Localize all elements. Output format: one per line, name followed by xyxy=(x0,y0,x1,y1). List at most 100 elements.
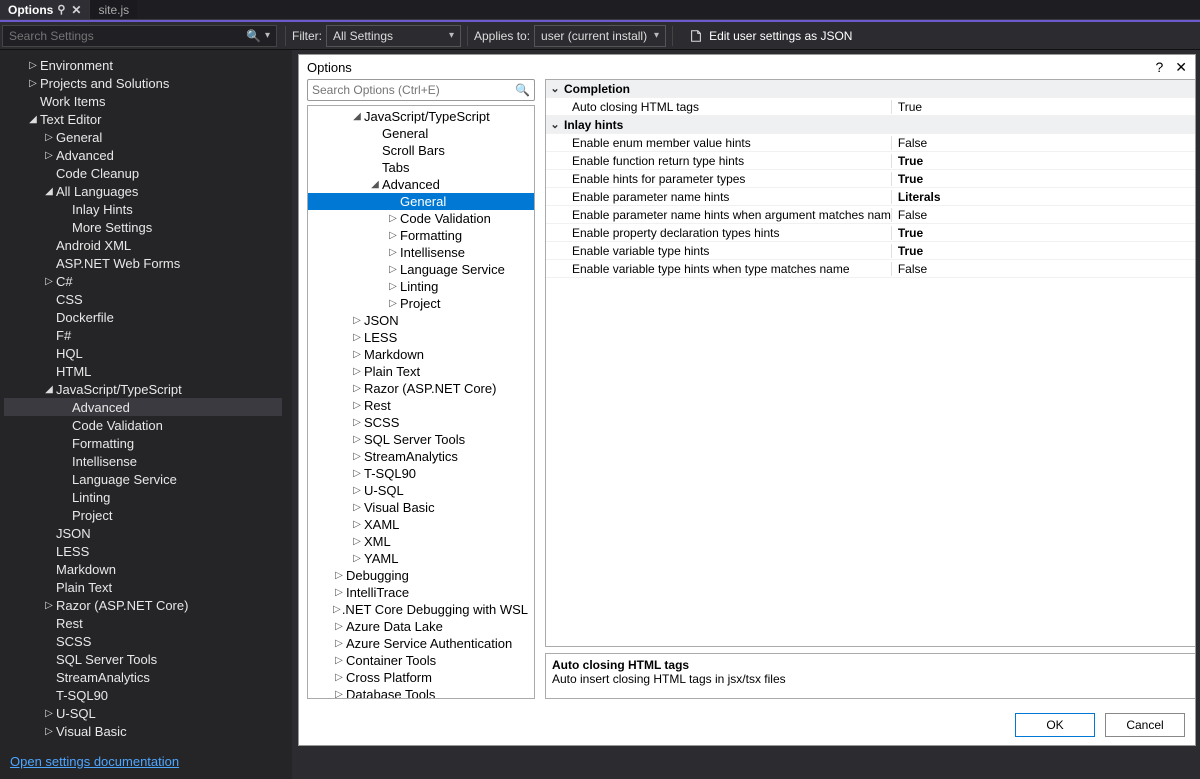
options-tree-item[interactable]: ▷Razor (ASP.NET Core) xyxy=(308,380,534,397)
options-tree-item[interactable]: ▷Azure Service Authentication xyxy=(308,635,534,652)
property-value[interactable]: True xyxy=(891,226,1195,240)
options-tree-item[interactable]: ▷Language Service xyxy=(308,261,534,278)
side-tree-item[interactable]: ASP.NET Web Forms xyxy=(4,254,282,272)
property-row[interactable]: Enable hints for parameter typesTrue xyxy=(546,170,1195,188)
help-icon[interactable]: ? xyxy=(1155,59,1163,75)
options-tree-item[interactable]: ▷XML xyxy=(308,533,534,550)
expand-icon[interactable]: ▷ xyxy=(332,587,346,598)
expand-icon[interactable]: ▷ xyxy=(42,276,56,287)
expand-icon[interactable]: ▷ xyxy=(332,655,346,666)
expand-icon[interactable]: ▷ xyxy=(386,281,400,292)
expand-icon[interactable]: ▷ xyxy=(350,553,364,564)
options-tree-item[interactable]: ▷LESS xyxy=(308,329,534,346)
side-tree-item[interactable]: LESS xyxy=(4,542,282,560)
edit-json-link[interactable]: Edit user settings as JSON xyxy=(689,29,852,43)
options-tree-item[interactable]: ▷Database Tools xyxy=(308,686,534,699)
property-row[interactable]: Enable enum member value hintsFalse xyxy=(546,134,1195,152)
property-value[interactable]: True xyxy=(891,172,1195,186)
expand-icon[interactable]: ▷ xyxy=(350,536,364,547)
side-tree-item[interactable]: More Settings xyxy=(4,218,282,236)
options-tree-item[interactable]: ▷Project xyxy=(308,295,534,312)
expand-icon[interactable]: ▷ xyxy=(332,672,346,683)
side-tree-item[interactable]: Formatting xyxy=(4,434,282,452)
options-tree-item[interactable]: ▷SQL Server Tools xyxy=(308,431,534,448)
side-tree-item[interactable]: Project xyxy=(4,506,282,524)
property-grid[interactable]: ⌄CompletionAuto closing HTML tagsTrue⌄In… xyxy=(545,79,1195,647)
side-tree-item[interactable]: Dockerfile xyxy=(4,308,282,326)
expand-icon[interactable]: ▷ xyxy=(42,726,56,737)
property-row[interactable]: Enable variable type hints when type mat… xyxy=(546,260,1195,278)
side-tree-item[interactable]: Language Service xyxy=(4,470,282,488)
options-tree-item[interactable]: ▷XAML xyxy=(308,516,534,533)
expand-icon[interactable]: ▷ xyxy=(350,417,364,428)
expand-icon[interactable]: ▷ xyxy=(42,708,56,719)
dropdown-icon[interactable]: ▾ xyxy=(265,30,270,41)
expand-icon[interactable]: ▷ xyxy=(350,366,364,377)
side-tree-item[interactable]: ◢JavaScript/TypeScript xyxy=(4,380,282,398)
options-search-input[interactable] xyxy=(312,83,515,97)
expand-icon[interactable]: ▷ xyxy=(350,468,364,479)
options-tree-item[interactable]: ◢JavaScript/TypeScript xyxy=(308,108,534,125)
side-tree-item[interactable]: F# xyxy=(4,326,282,344)
options-tree-item[interactable]: ▷Azure Data Lake xyxy=(308,618,534,635)
expand-icon[interactable]: ▷ xyxy=(26,60,40,71)
collapse-icon[interactable]: ⌄ xyxy=(546,82,564,95)
property-value[interactable]: False xyxy=(891,136,1195,150)
options-tree-item[interactable]: Tabs xyxy=(308,159,534,176)
close-dialog-icon[interactable]: ✕ xyxy=(1175,59,1187,76)
side-tree-item[interactable]: CSS xyxy=(4,290,282,308)
expand-icon[interactable]: ▷ xyxy=(332,621,346,632)
options-tree-item[interactable]: ▷IntelliTrace xyxy=(308,584,534,601)
options-tree-item[interactable]: ▷U-SQL xyxy=(308,482,534,499)
filter-select[interactable]: All Settings xyxy=(326,25,461,47)
pin-icon[interactable]: ⚲ xyxy=(57,3,65,16)
property-value[interactable]: True xyxy=(891,100,1195,114)
side-tree-item[interactable]: Code Validation xyxy=(4,416,282,434)
property-value[interactable]: True xyxy=(891,244,1195,258)
side-tree-item[interactable]: Rest xyxy=(4,614,282,632)
options-search[interactable]: 🔍 xyxy=(307,79,535,101)
expand-icon[interactable]: ▷ xyxy=(332,689,346,699)
expand-icon[interactable]: ▷ xyxy=(386,213,400,224)
expand-icon[interactable]: ▷ xyxy=(350,451,364,462)
expand-icon[interactable]: ◢ xyxy=(26,114,40,125)
side-tree-item[interactable]: Code Cleanup xyxy=(4,164,282,182)
expand-icon[interactable]: ▷ xyxy=(26,78,40,89)
options-tree-item[interactable]: ▷T-SQL90 xyxy=(308,465,534,482)
options-tree-item[interactable]: ▷Markdown xyxy=(308,346,534,363)
expand-icon[interactable]: ◢ xyxy=(42,384,56,395)
expand-icon[interactable]: ▷ xyxy=(350,502,364,513)
expand-icon[interactable]: ▷ xyxy=(350,400,364,411)
side-tree-item[interactable]: ◢Text Editor xyxy=(4,110,282,128)
side-tree-item[interactable]: SCSS xyxy=(4,632,282,650)
side-tree-item[interactable]: StreamAnalytics xyxy=(4,668,282,686)
side-tree-item[interactable]: HTML xyxy=(4,362,282,380)
settings-tree-panel[interactable]: ▷Environment▷Projects and SolutionsWork … xyxy=(0,50,292,779)
side-tree-item[interactable]: ▷C# xyxy=(4,272,282,290)
side-tree-item[interactable]: ◢All Languages xyxy=(4,182,282,200)
expand-icon[interactable]: ▷ xyxy=(332,604,342,615)
property-value[interactable]: False xyxy=(891,262,1195,276)
property-value[interactable]: True xyxy=(891,154,1195,168)
expand-icon[interactable]: ▷ xyxy=(350,315,364,326)
options-tree-item[interactable]: Scroll Bars xyxy=(308,142,534,159)
search-settings-field[interactable]: 🔍 ▾ xyxy=(2,25,277,47)
expand-icon[interactable]: ▷ xyxy=(332,638,346,649)
side-tree-item[interactable]: Android XML xyxy=(4,236,282,254)
expand-icon[interactable]: ▷ xyxy=(350,519,364,530)
side-tree-item[interactable]: Markdown xyxy=(4,560,282,578)
expand-icon[interactable]: ▷ xyxy=(42,132,56,143)
property-row[interactable]: Enable parameter name hints when argumen… xyxy=(546,206,1195,224)
options-tree-item[interactable]: ▷Plain Text xyxy=(308,363,534,380)
tab-options[interactable]: Options ⚲ ✕ xyxy=(0,0,89,19)
options-tree-item[interactable]: ▷Rest xyxy=(308,397,534,414)
expand-icon[interactable]: ◢ xyxy=(42,186,56,197)
expand-icon[interactable]: ▷ xyxy=(350,434,364,445)
side-tree-item[interactable]: Linting xyxy=(4,488,282,506)
expand-icon[interactable]: ▷ xyxy=(350,485,364,496)
options-tree-item[interactable]: ▷Intellisense xyxy=(308,244,534,261)
options-tree-item[interactable]: ▷Visual Basic xyxy=(308,499,534,516)
tab-sitejs[interactable]: site.js xyxy=(89,0,137,19)
property-category[interactable]: ⌄Inlay hints xyxy=(546,116,1195,134)
expand-icon[interactable]: ▷ xyxy=(350,349,364,360)
